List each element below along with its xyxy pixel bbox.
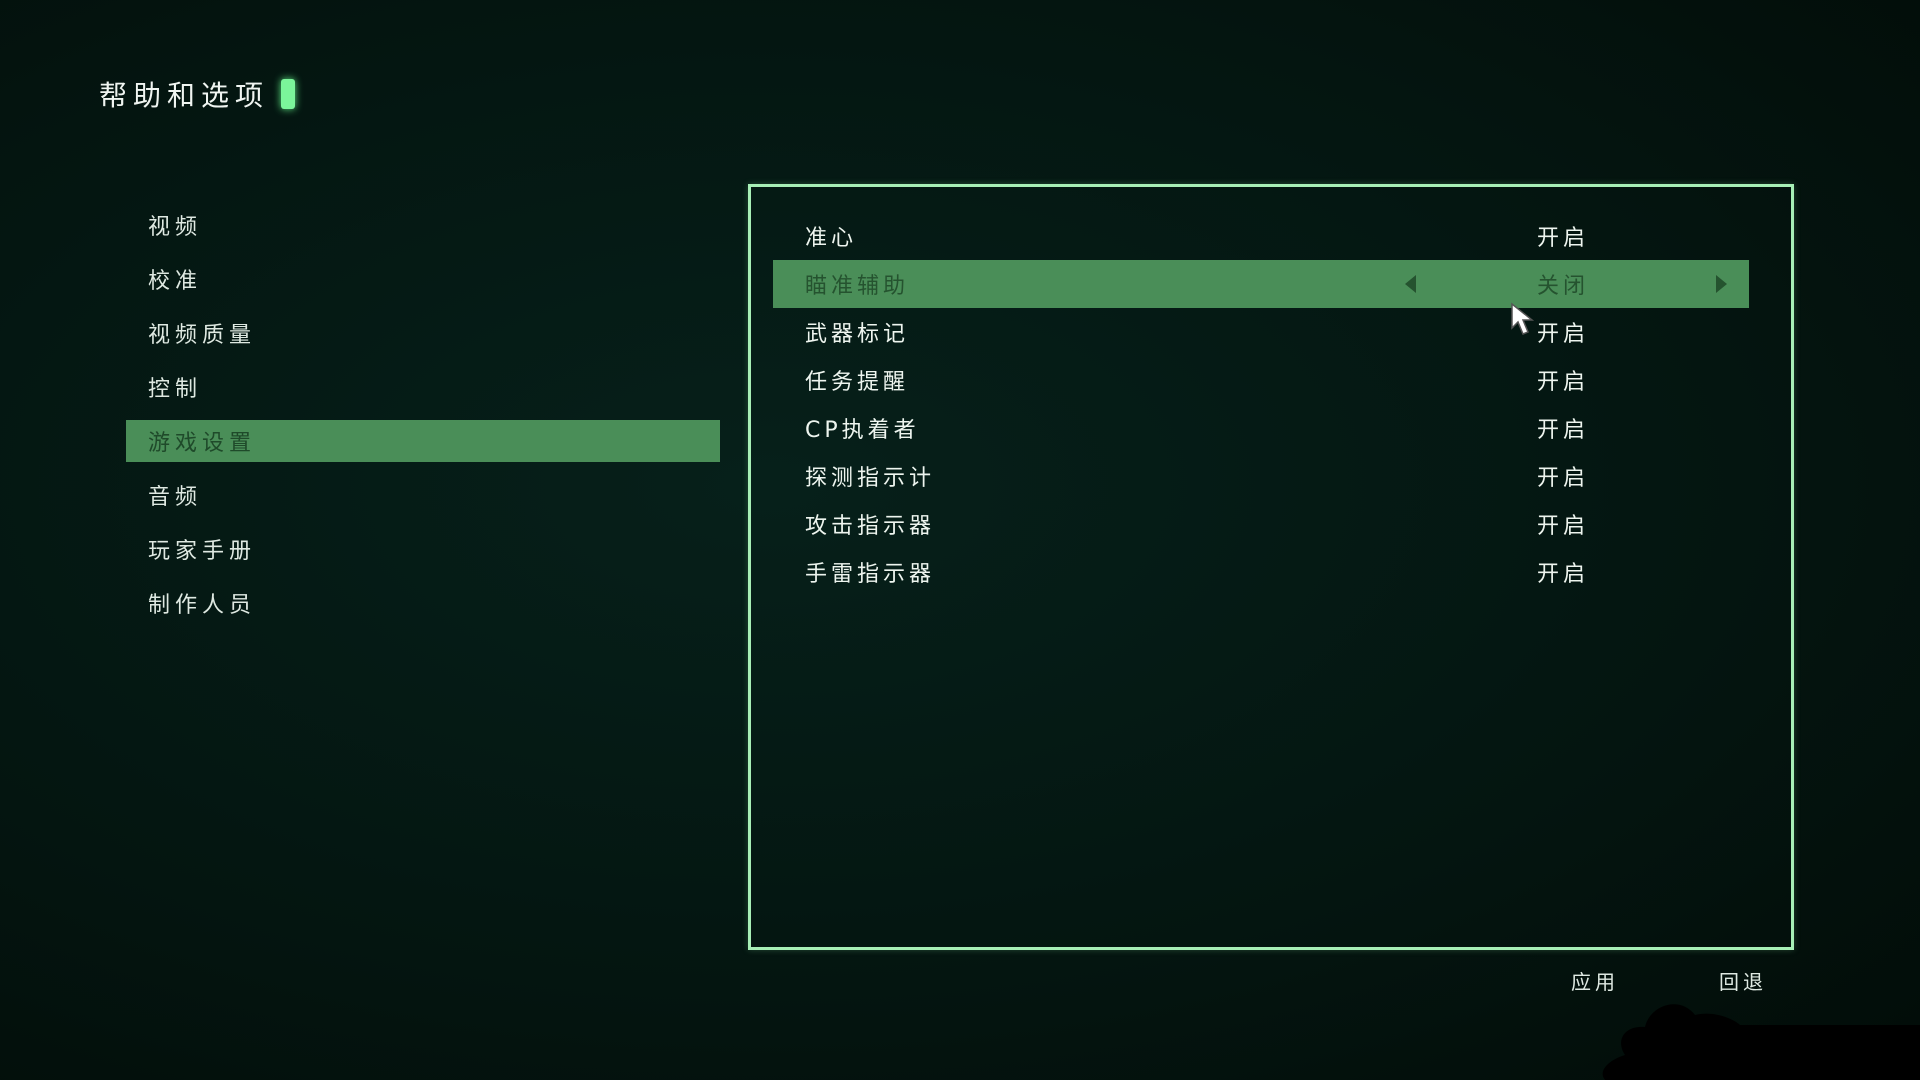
menu-item-label: 校准 <box>148 269 203 294</box>
setting-label: 准心 <box>805 226 858 251</box>
mouse-pointer-icon <box>1511 302 1535 335</box>
menu-item-label: 视频质量 <box>148 323 257 348</box>
setting-row-aim-assist[interactable]: 瞄准辅助 关闭 <box>773 260 1749 308</box>
menu-item-game-settings[interactable]: 游戏设置 <box>126 420 720 462</box>
setting-value[interactable]: 开启 <box>1537 220 1589 252</box>
setting-label: 手雷指示器 <box>805 562 936 587</box>
setting-value[interactable]: 开启 <box>1537 412 1589 444</box>
side-menu: 视频 校准 视频质量 控制 游戏设置 音频 玩家手册 制作人员 <box>126 204 720 636</box>
setting-value[interactable]: 开启 <box>1537 556 1589 588</box>
menu-item-label: 控制 <box>148 377 203 402</box>
setting-value[interactable]: 开启 <box>1537 364 1589 396</box>
menu-item-label: 游戏设置 <box>148 431 257 456</box>
setting-label: 武器标记 <box>805 322 910 347</box>
setting-row-crosshair[interactable]: 准心 开启 <box>773 212 1749 260</box>
redaction-smudge <box>1602 1004 1920 1080</box>
settings-list: 准心 开启 瞄准辅助 关闭 武器标记 开启 任务提醒 开启 CP执着者 开启 探… <box>773 212 1749 596</box>
menu-item-audio[interactable]: 音频 <box>126 474 720 516</box>
setting-label: 任务提醒 <box>805 370 910 395</box>
menu-item-controls[interactable]: 控制 <box>126 366 720 408</box>
setting-label: 攻击指示器 <box>805 514 936 539</box>
title-cursor-icon <box>281 79 296 109</box>
settings-panel: 准心 开启 瞄准辅助 关闭 武器标记 开启 任务提醒 开启 CP执着者 开启 探… <box>748 184 1794 950</box>
setting-value[interactable]: 开启 <box>1537 460 1589 492</box>
menu-item-label: 制作人员 <box>148 593 257 618</box>
menu-item-video[interactable]: 视频 <box>126 204 720 246</box>
setting-row-detection-meter[interactable]: 探测指示计 开启 <box>773 452 1749 500</box>
page-title: 帮助和选项 <box>99 70 296 118</box>
triangle-left-icon[interactable] <box>1405 275 1416 293</box>
setting-row-mission-reminder[interactable]: 任务提醒 开启 <box>773 356 1749 404</box>
triangle-right-icon[interactable] <box>1716 275 1727 293</box>
setting-value[interactable]: 关闭 <box>1537 268 1589 300</box>
menu-item-label: 玩家手册 <box>148 539 257 564</box>
setting-label: 瞄准辅助 <box>805 274 910 299</box>
setting-row-cp-persistence[interactable]: CP执着者 开启 <box>773 404 1749 452</box>
menu-item-label: 音频 <box>148 485 203 510</box>
setting-label: CP执着者 <box>805 418 920 443</box>
menu-item-player-manual[interactable]: 玩家手册 <box>126 528 720 570</box>
menu-item-video-quality[interactable]: 视频质量 <box>126 312 720 354</box>
setting-row-attack-indicator[interactable]: 攻击指示器 开启 <box>773 500 1749 548</box>
setting-value[interactable]: 开启 <box>1537 508 1589 540</box>
menu-item-calibration[interactable]: 校准 <box>126 258 720 300</box>
setting-row-weapon-marker[interactable]: 武器标记 开启 <box>773 308 1749 356</box>
page-title-text: 帮助和选项 <box>99 79 270 112</box>
menu-item-label: 视频 <box>148 215 203 240</box>
setting-label: 探测指示计 <box>805 466 936 491</box>
menu-item-credits[interactable]: 制作人员 <box>126 582 720 624</box>
setting-value[interactable]: 开启 <box>1537 316 1589 348</box>
setting-row-grenade-indicator[interactable]: 手雷指示器 开启 <box>773 548 1749 596</box>
options-screen: 帮助和选项 视频 校准 视频质量 控制 游戏设置 音频 玩家手册 制作人员 准心… <box>0 0 1920 1080</box>
